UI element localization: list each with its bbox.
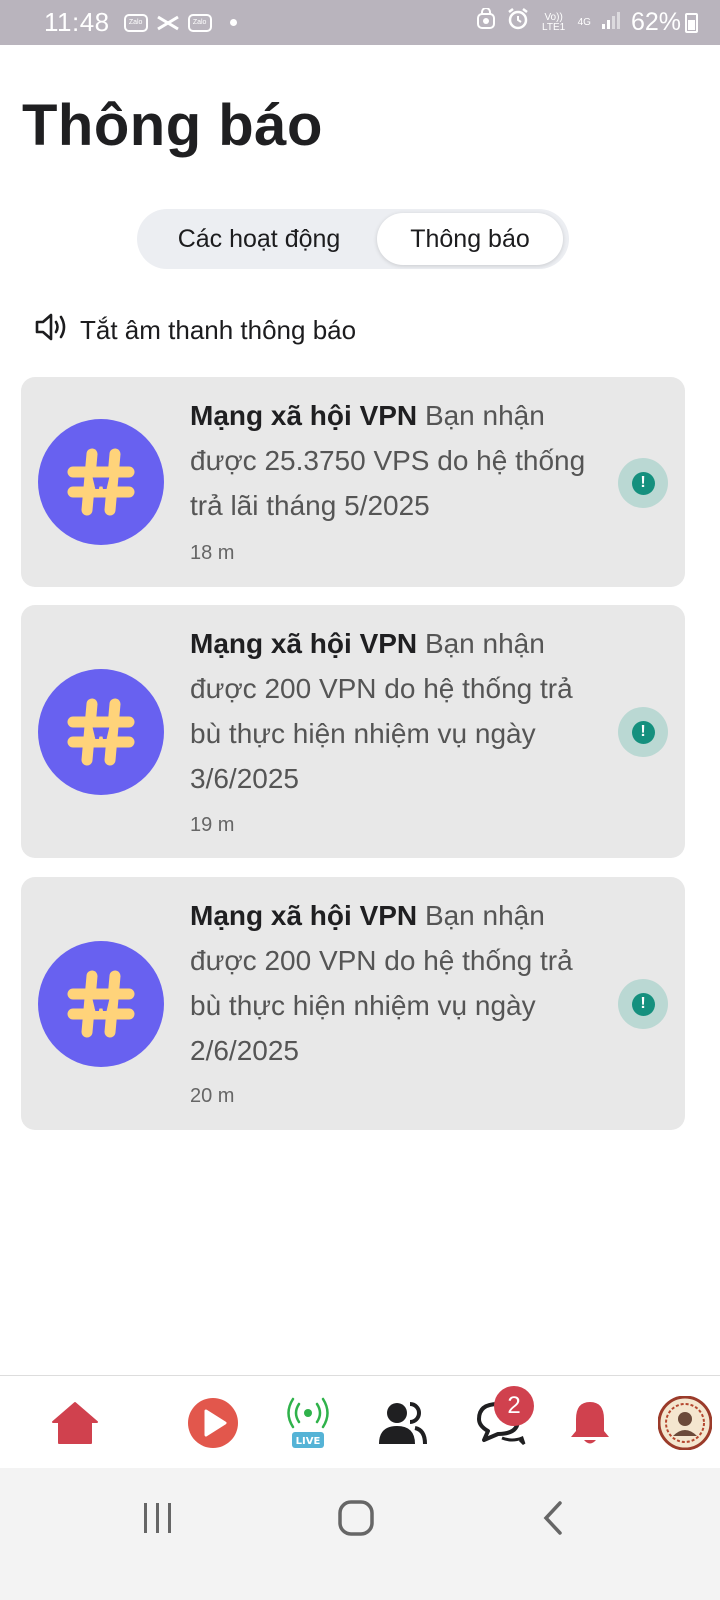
notification-card[interactable]: W Mạng xã hội VPN Bạn nhận được 200 VPN … [21, 877, 685, 1130]
notification-card[interactable]: W Mạng xã hội VPN Bạn nhận được 200 VPN … [21, 605, 685, 858]
live-icon: LIVE [287, 1397, 329, 1448]
sender-avatar: W [38, 669, 164, 795]
svg-text:W: W [92, 474, 110, 493]
alert-status-icon: ! [618, 707, 668, 757]
privacy-icon [476, 7, 496, 37]
chat-unread-badge: 2 [494, 1386, 534, 1426]
svg-text:W: W [92, 724, 110, 743]
tab-activities[interactable]: Các hoạt động [141, 213, 377, 265]
speaker-icon [34, 312, 70, 349]
home-button[interactable] [326, 1468, 386, 1568]
volte-label: Vo)) LTE1 [542, 11, 566, 33]
video-play-icon [188, 1397, 238, 1448]
more-notifications-dot-icon [229, 19, 237, 26]
hashtag-w-logo-icon: W [67, 698, 135, 766]
alarm-icon [506, 7, 530, 38]
sender-avatar: W [38, 419, 164, 545]
battery-icon [685, 12, 698, 33]
nav-chat[interactable]: 2 [466, 1376, 536, 1469]
nav-notifications[interactable] [560, 1376, 620, 1469]
recent-apps-icon [144, 1503, 171, 1533]
bottom-navigation: LIVE 2 [0, 1375, 720, 1468]
mute-label: Tắt âm thanh thông báo [80, 315, 357, 345]
nav-profile[interactable] [650, 1376, 720, 1469]
system-navigation-bar [0, 1468, 720, 1600]
bell-icon [571, 1401, 609, 1443]
nav-live[interactable]: LIVE [280, 1376, 336, 1469]
sender-avatar: W [38, 941, 164, 1067]
hashtag-w-logo-icon: W [67, 448, 135, 516]
hashtag-w-logo-icon: W [67, 970, 135, 1038]
notification-sender: Mạng xã hội VPN [190, 400, 418, 431]
status-time: 11:48 [44, 7, 110, 37]
notification-text: Mạng xã hội VPN Bạn nhận được 200 VPN do… [190, 621, 590, 801]
alert-status-icon: ! [618, 979, 668, 1029]
segmented-tabs: Các hoạt động Thông báo [137, 209, 569, 269]
page-title: Thông báo [22, 93, 323, 158]
notification-sender: Mạng xã hội VPN [190, 900, 418, 931]
notification-text: Mạng xã hội VPN Bạn nhận được 200 VPN do… [190, 893, 590, 1073]
profile-avatar [658, 1395, 712, 1450]
notification-sender: Mạng xã hội VPN [190, 628, 418, 659]
friends-icon [379, 1401, 427, 1444]
nav-video[interactable] [178, 1376, 248, 1469]
battery-indicator: 62% [631, 8, 698, 37]
notification-time: 20 m [190, 1085, 235, 1107]
back-chevron-icon [543, 1501, 562, 1535]
notification-card[interactable]: W Mạng xã hội VPN Bạn nhận được 25.3750 … [21, 377, 685, 587]
tab-notifications[interactable]: Thông báo [377, 213, 563, 265]
notification-time: 18 m [190, 542, 235, 564]
svg-text:W: W [92, 996, 110, 1015]
alert-status-icon: ! [618, 458, 668, 508]
home-circle-icon [338, 1500, 374, 1536]
network-type: 4G [577, 16, 591, 28]
notification-text: Mạng xã hội VPN Bạn nhận được 25.3750 VP… [190, 393, 590, 528]
home-icon [52, 1401, 98, 1444]
battery-percent: 62% [630, 8, 681, 36]
zalo-icon: Zalo [187, 13, 212, 32]
notification-time: 19 m [190, 814, 235, 836]
nav-friends[interactable] [372, 1376, 432, 1469]
mute-notifications-toggle[interactable]: Tắt âm thanh thông báo [34, 312, 356, 349]
status-bar: 11:48 Zalo Zalo Vo)) LTE1 4G 62% [0, 0, 720, 45]
back-button[interactable] [528, 1468, 578, 1568]
live-label: LIVE [296, 1436, 321, 1447]
recent-apps-button[interactable] [128, 1468, 188, 1568]
nav-home[interactable] [40, 1376, 110, 1469]
signal-icon [601, 8, 621, 37]
capcut-icon [156, 13, 180, 33]
zalo-icon: Zalo [123, 13, 148, 32]
